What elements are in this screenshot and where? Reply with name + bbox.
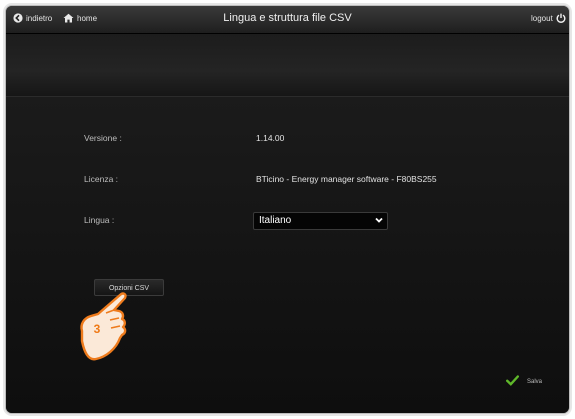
version-value: 1.14.00 bbox=[256, 133, 285, 143]
page-title: Lingua e struttura file CSV bbox=[223, 12, 352, 24]
step-number-badge: 3 bbox=[93, 322, 101, 336]
save-label: Salva bbox=[527, 378, 543, 385]
language-label: Lingua : bbox=[84, 215, 115, 225]
chevron-down-icon bbox=[375, 215, 383, 228]
language-select[interactable]: Italiano bbox=[253, 212, 388, 230]
logout-button[interactable]: logout bbox=[531, 13, 566, 23]
main-content bbox=[6, 97, 569, 413]
logout-label: logout bbox=[531, 13, 553, 23]
power-icon bbox=[556, 13, 566, 23]
top-bar: indietro home Lingua e struttura file CS… bbox=[6, 6, 569, 34]
license-label: Licenza : bbox=[84, 174, 119, 184]
save-button[interactable]: Salva bbox=[502, 373, 562, 390]
license-value: BTicino - Energy manager software - F80B… bbox=[256, 174, 437, 184]
header-band bbox=[6, 34, 569, 97]
checkmark-icon bbox=[506, 375, 519, 388]
app-window: indietro home Lingua e struttura file CS… bbox=[6, 6, 569, 413]
version-label: Versione : bbox=[84, 133, 122, 143]
csv-options-button[interactable]: Opzioni CSV bbox=[94, 279, 164, 296]
language-selected-value: Italiano bbox=[259, 215, 292, 226]
